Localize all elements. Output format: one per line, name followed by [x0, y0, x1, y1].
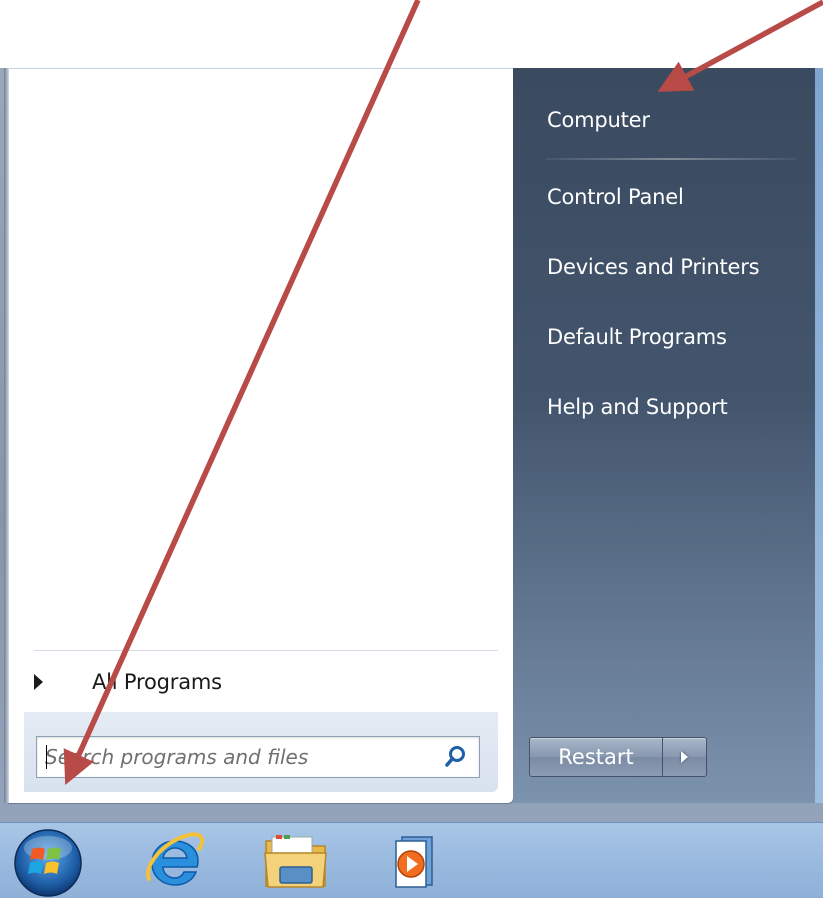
right-item-label: Devices and Printers	[547, 255, 760, 279]
taskbar	[0, 822, 823, 898]
right-item-help-and-support[interactable]: Help and Support	[533, 385, 803, 429]
right-item-default-programs[interactable]: Default Programs	[533, 315, 803, 359]
right-item-label: Computer	[547, 108, 650, 132]
all-programs-label: All Programs	[92, 670, 222, 694]
chevron-right-icon	[681, 751, 688, 763]
programs-separator	[34, 650, 498, 651]
right-item-label: Help and Support	[547, 395, 728, 419]
search-input[interactable]	[45, 745, 425, 769]
triangle-right-icon	[34, 674, 43, 690]
right-item-label: Default Programs	[547, 325, 727, 349]
shutdown-options-button[interactable]	[663, 737, 707, 777]
folder-icon[interactable]	[262, 831, 330, 893]
text-caret	[46, 745, 47, 769]
right-item-computer[interactable]: Computer	[533, 98, 803, 142]
search-icon[interactable]	[443, 744, 469, 770]
restart-button[interactable]: Restart	[529, 737, 663, 777]
right-item-devices-and-printers[interactable]: Devices and Printers	[533, 245, 803, 289]
windows-logo-icon[interactable]	[10, 827, 86, 897]
internet-explorer-icon[interactable]	[143, 827, 207, 895]
desktop-edge	[815, 68, 823, 803]
all-programs-button[interactable]: All Programs	[24, 660, 498, 704]
search-box[interactable]	[36, 736, 480, 778]
restart-label: Restart	[558, 745, 634, 769]
right-item-control-panel[interactable]: Control Panel	[533, 175, 803, 219]
right-item-label: Control Panel	[547, 185, 684, 209]
media-player-icon[interactable]	[388, 831, 444, 893]
places-separator	[546, 158, 796, 160]
